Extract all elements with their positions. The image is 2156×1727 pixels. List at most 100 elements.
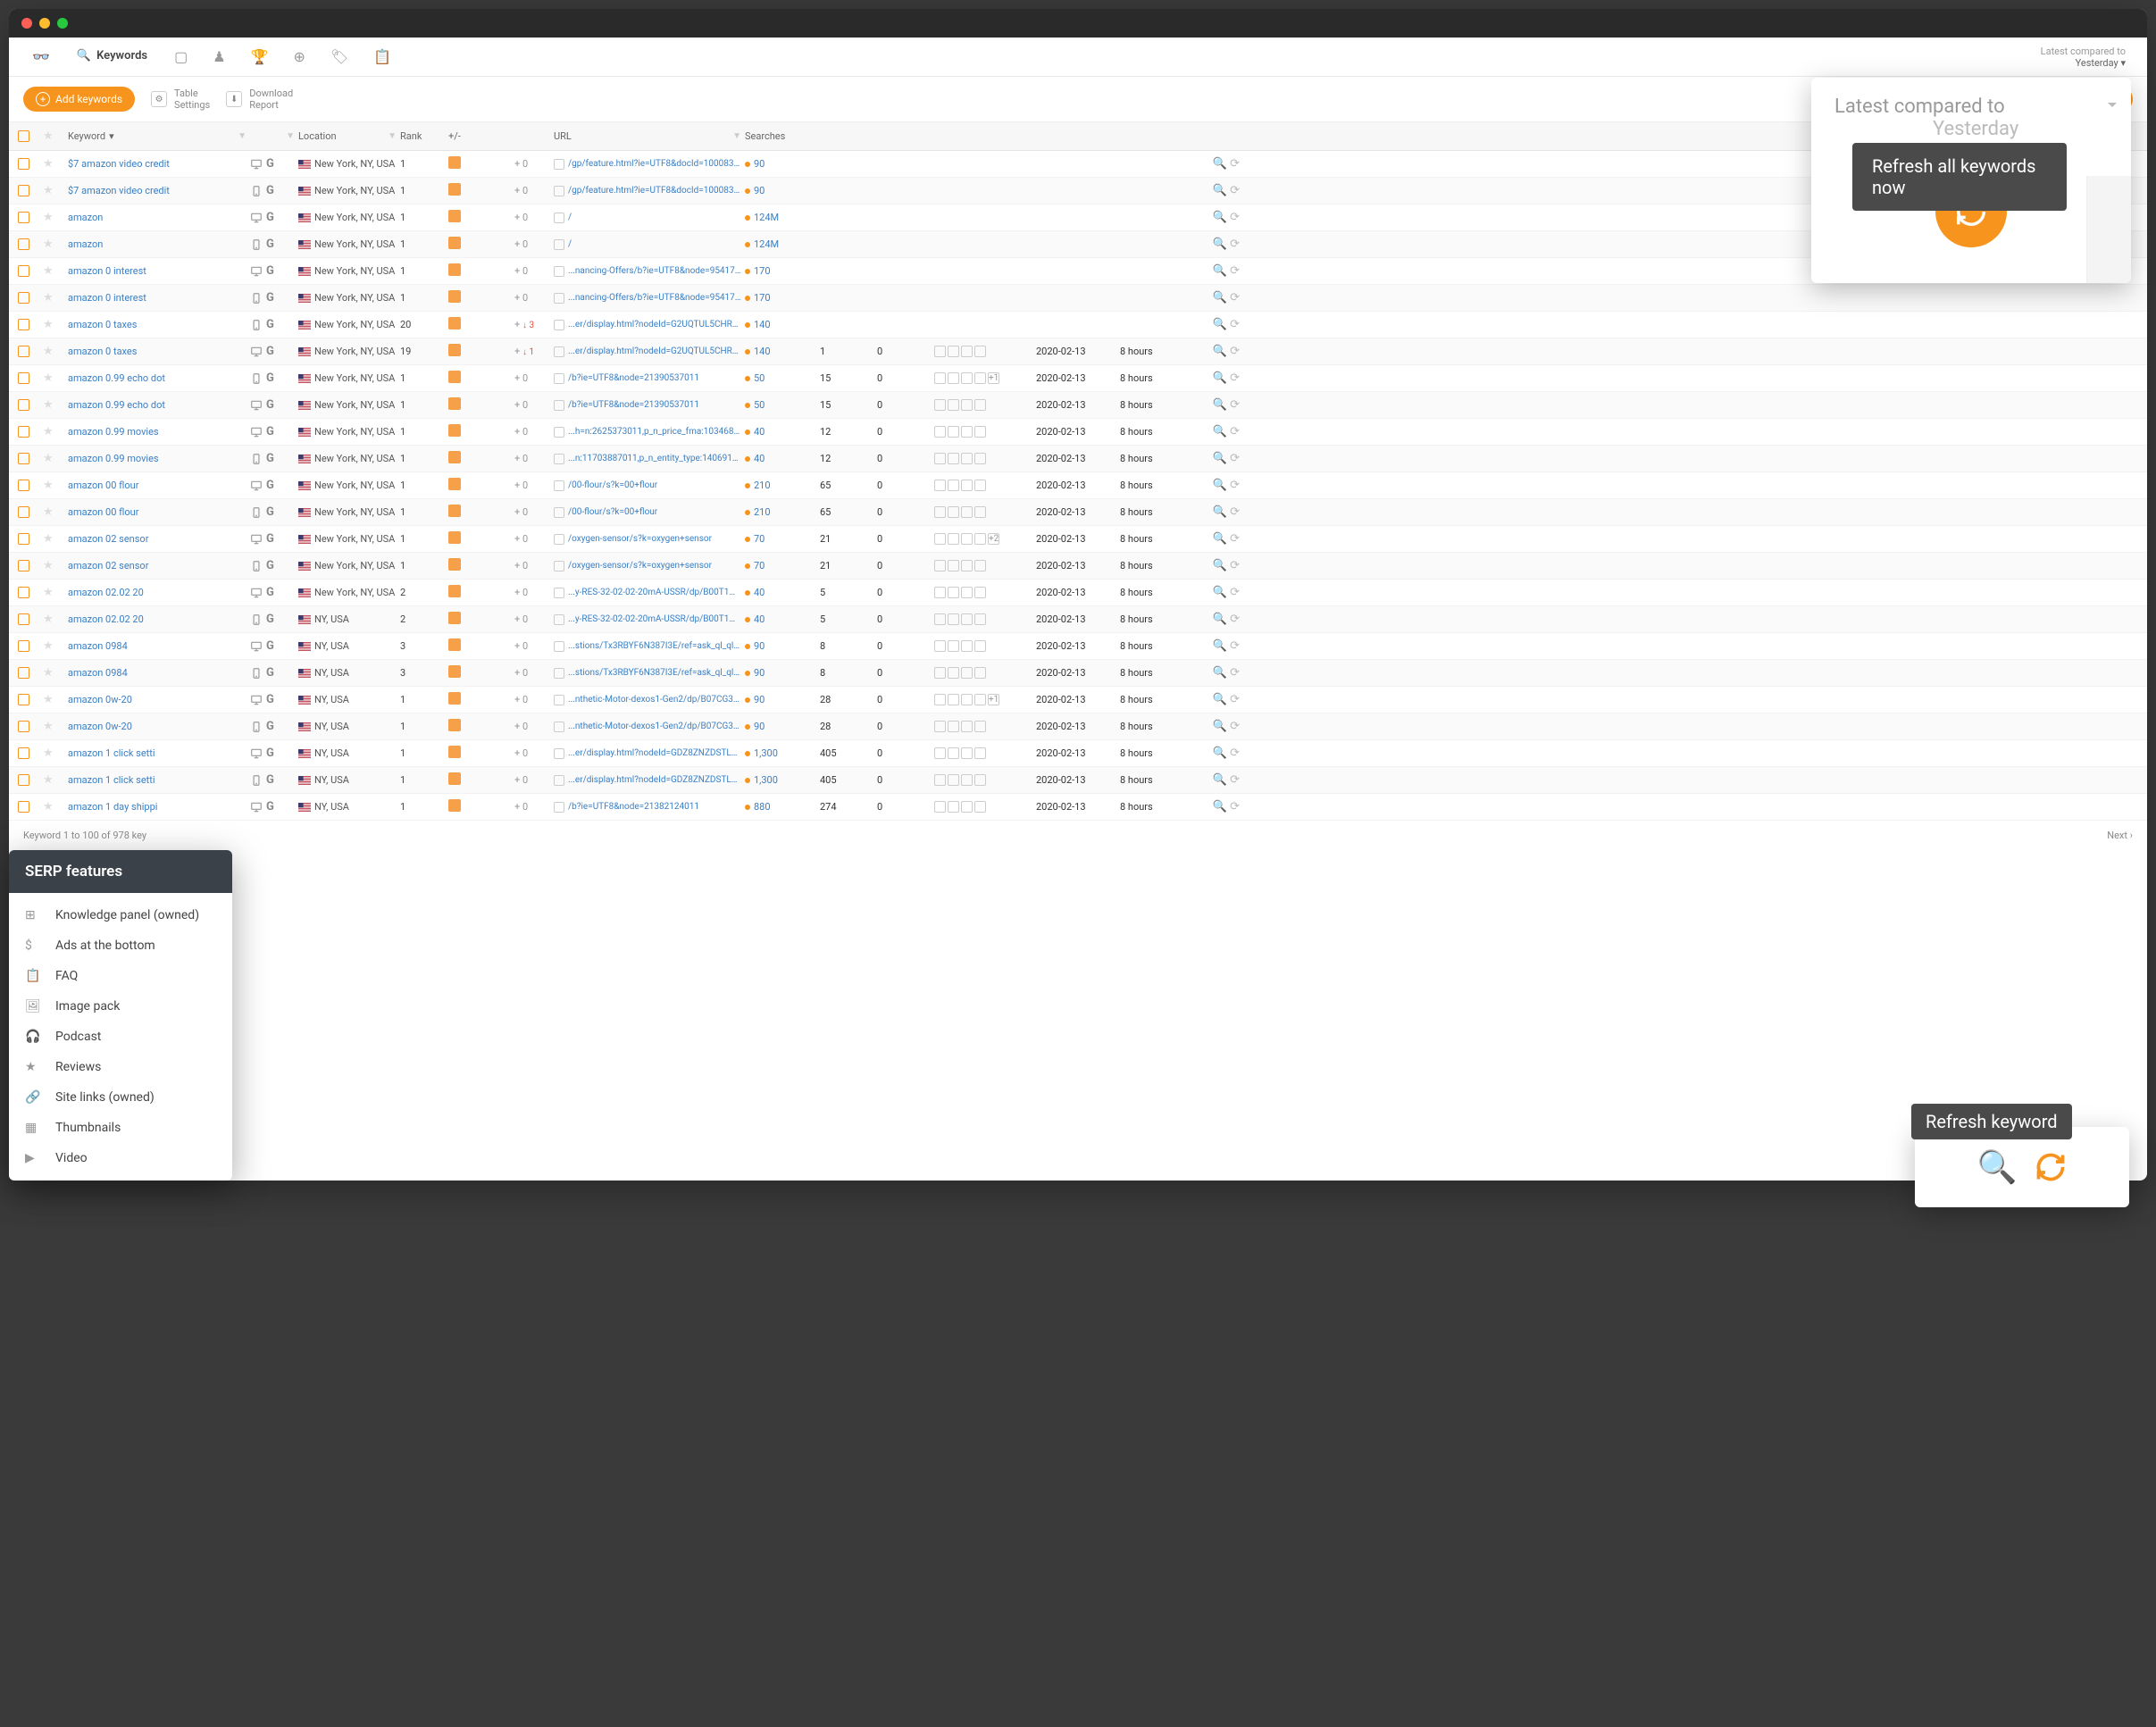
serp-feature-item[interactable]: ⊞Knowledge panel (owned) — [9, 900, 232, 930]
keyword-link[interactable]: $7 amazon video credit — [68, 158, 247, 170]
serp-features-cell[interactable] — [934, 346, 1032, 357]
url-cell[interactable]: /oxygen-sensor/s?k=oxygen+sensor — [554, 561, 741, 571]
maximize-window-button[interactable] — [57, 18, 68, 29]
serp-feature-item[interactable]: ▶Video — [9, 1143, 232, 1173]
star-button[interactable]: ★ — [43, 318, 64, 331]
url-cell[interactable]: ...er/display.html?nodeId=GDZ8ZNZDSTL6ZY… — [554, 775, 741, 786]
tab-tag-icon[interactable]: 🏷 — [318, 38, 361, 76]
add-keywords-button[interactable]: + Add keywords — [23, 87, 135, 112]
row-checkbox[interactable] — [18, 506, 29, 518]
table-settings-button[interactable]: ⚙ TableSettings — [151, 88, 210, 111]
url-cell[interactable]: ...h=n:2625373011,p_n_price_fma:10346813… — [554, 427, 741, 438]
row-actions[interactable]: 🔍 ⟳ — [1213, 586, 1240, 599]
row-checkbox[interactable] — [18, 801, 29, 813]
url-cell[interactable]: ...stions/Tx3RBYF6N387I3E/ref=ask_ql_ql_… — [554, 668, 741, 679]
url-cell[interactable]: /00-flour/s?k=00+flour — [554, 507, 741, 518]
serp-feature-item[interactable]: 🎧Podcast — [9, 1022, 232, 1052]
row-actions[interactable]: 🔍 ⟳ — [1213, 693, 1240, 706]
serp-feature-item[interactable]: 📋FAQ — [9, 961, 232, 991]
url-cell[interactable]: ...nancing-Offers/b?ie=UTF8&node=9541758… — [554, 293, 741, 304]
row-actions[interactable]: 🔍 ⟳ — [1213, 398, 1240, 412]
row-checkbox[interactable] — [18, 613, 29, 625]
row-checkbox[interactable] — [18, 640, 29, 652]
tab-trophy-icon[interactable]: 🏆 — [238, 38, 281, 76]
row-checkbox[interactable] — [18, 533, 29, 545]
keyword-link[interactable]: amazon 1 click setti — [68, 774, 247, 786]
url-cell[interactable]: /gp/feature.html?ie=UTF8&docId=100083411… — [554, 159, 741, 170]
serp-features-cell[interactable] — [934, 801, 1032, 813]
url-cell[interactable]: ...y-RES-32-02-02-20mA-USSR/dp/B00T1W5VP… — [554, 588, 741, 598]
star-button[interactable]: ★ — [43, 291, 64, 305]
star-button[interactable]: ★ — [43, 666, 64, 680]
keyword-link[interactable]: amazon — [68, 238, 247, 250]
star-column[interactable]: ★ — [43, 129, 64, 143]
keyword-link[interactable]: amazon 1 click setti — [68, 747, 247, 759]
serp-features-cell[interactable] — [934, 426, 1032, 438]
star-button[interactable]: ★ — [43, 184, 64, 197]
star-button[interactable]: ★ — [43, 747, 64, 760]
row-actions[interactable]: 🔍 ⟳ — [1213, 371, 1240, 385]
row-checkbox[interactable] — [18, 158, 29, 170]
row-actions[interactable]: 🔍 ⟳ — [1213, 184, 1240, 197]
next-page-button[interactable]: Next › — [2107, 830, 2133, 841]
serp-feature-item[interactable]: ▦Thumbnails — [9, 1113, 232, 1143]
star-button[interactable]: ★ — [43, 345, 64, 358]
row-actions[interactable]: 🔍 ⟳ — [1213, 238, 1240, 251]
keyword-link[interactable]: amazon 0.99 echo dot — [68, 399, 247, 411]
serp-features-cell[interactable] — [934, 560, 1032, 571]
star-button[interactable]: ★ — [43, 720, 64, 733]
serp-features-cell[interactable] — [934, 613, 1032, 625]
row-actions[interactable]: 🔍 ⟳ — [1213, 211, 1240, 224]
serp-feature-item[interactable]: $Ads at the bottom — [9, 930, 232, 961]
compared-to-label[interactable]: Latest compared to Yesterday ▾ — [2041, 46, 2136, 69]
row-checkbox[interactable] — [18, 667, 29, 679]
row-checkbox[interactable] — [18, 774, 29, 786]
url-cell[interactable]: ...n:11703887011,p_n_entity_type:1406918… — [554, 454, 741, 464]
row-actions[interactable]: 🔍 ⟳ — [1213, 773, 1240, 787]
keyword-link[interactable]: $7 amazon video credit — [68, 185, 247, 196]
serp-feature-item[interactable]: 🔗Site links (owned) — [9, 1082, 232, 1113]
row-checkbox[interactable] — [18, 587, 29, 598]
row-checkbox[interactable] — [18, 399, 29, 411]
row-checkbox[interactable] — [18, 265, 29, 277]
keyword-link[interactable]: amazon 00 flour — [68, 480, 247, 491]
row-actions[interactable]: 🔍 ⟳ — [1213, 345, 1240, 358]
serp-features-cell[interactable] — [934, 774, 1032, 786]
url-cell[interactable]: ...stions/Tx3RBYF6N387I3E/ref=ask_ql_ql_… — [554, 641, 741, 652]
row-actions[interactable]: 🔍 ⟳ — [1213, 425, 1240, 438]
url-cell[interactable]: / — [554, 239, 741, 250]
star-button[interactable]: ★ — [43, 157, 64, 171]
tab-binoculars-icon[interactable]: 👓 — [20, 38, 63, 76]
row-checkbox[interactable] — [18, 480, 29, 491]
star-button[interactable]: ★ — [43, 532, 64, 546]
url-cell[interactable]: ...y-RES-32-02-02-20mA-USSR/dp/B00T1W5VP… — [554, 614, 741, 625]
row-checkbox[interactable] — [18, 292, 29, 304]
url-cell[interactable]: ...er/display.html?nodeId=G2UQTUL5CHRCA7… — [554, 320, 741, 330]
row-actions[interactable]: 🔍 ⟳ — [1213, 613, 1240, 626]
col-device[interactable]: ▼ — [250, 131, 295, 141]
row-checkbox[interactable] — [18, 372, 29, 384]
row-checkbox[interactable] — [18, 453, 29, 464]
keyword-link[interactable]: amazon 0w-20 — [68, 694, 247, 705]
row-actions[interactable]: 🔍 ⟳ — [1213, 452, 1240, 465]
serp-features-cell[interactable] — [934, 721, 1032, 732]
keyword-link[interactable]: amazon 02 sensor — [68, 560, 247, 571]
star-button[interactable]: ★ — [43, 425, 64, 438]
row-actions[interactable]: 🔍 ⟳ — [1213, 505, 1240, 519]
row-actions[interactable]: 🔍 ⟳ — [1213, 318, 1240, 331]
row-checkbox[interactable] — [18, 426, 29, 438]
star-button[interactable]: ★ — [43, 639, 64, 653]
row-actions[interactable]: 🔍 ⟳ — [1213, 747, 1240, 760]
serp-features-cell[interactable] — [934, 506, 1032, 518]
close-window-button[interactable] — [21, 18, 32, 29]
row-checkbox[interactable] — [18, 346, 29, 357]
url-cell[interactable]: /b?ie=UTF8&node=21390537011 — [554, 373, 741, 384]
keyword-link[interactable]: amazon 0.99 echo dot — [68, 372, 247, 384]
row-checkbox[interactable] — [18, 721, 29, 732]
star-button[interactable]: ★ — [43, 211, 64, 224]
serp-features-cell[interactable]: +1 — [934, 694, 1032, 705]
star-button[interactable]: ★ — [43, 371, 64, 385]
row-checkbox[interactable] — [18, 319, 29, 330]
minimize-window-button[interactable] — [39, 18, 50, 29]
keyword-link[interactable]: amazon 0.99 movies — [68, 426, 247, 438]
